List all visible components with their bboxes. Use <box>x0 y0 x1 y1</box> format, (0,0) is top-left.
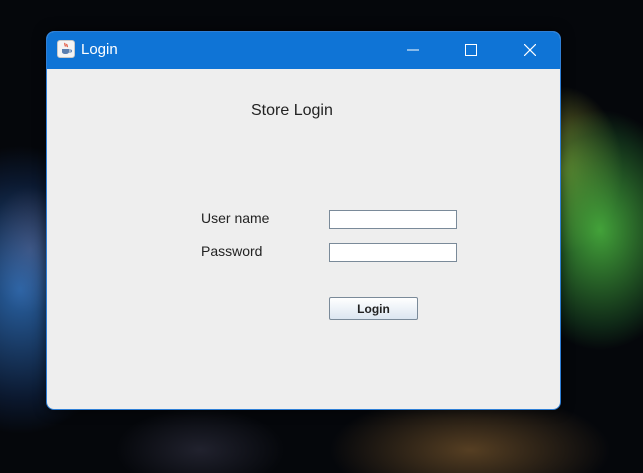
form-heading: Store Login <box>251 102 333 119</box>
close-button[interactable] <box>507 32 553 69</box>
password-label: Password <box>201 243 263 259</box>
maximize-button[interactable] <box>448 32 494 69</box>
minimize-button[interactable] <box>390 32 436 69</box>
username-input[interactable] <box>329 210 457 229</box>
minimize-icon <box>407 49 419 51</box>
password-input[interactable] <box>329 243 457 262</box>
title-bar[interactable]: Login <box>47 32 560 69</box>
username-label: User name <box>201 210 270 226</box>
maximize-icon <box>465 44 477 56</box>
login-button[interactable]: Login <box>329 297 418 320</box>
close-icon <box>524 44 536 56</box>
login-window: Login Store Login User name Password Log… <box>46 31 561 410</box>
login-form: Store Login User name Password Login <box>47 69 560 409</box>
window-title: Login <box>81 41 118 58</box>
java-cup-icon <box>57 40 75 58</box>
